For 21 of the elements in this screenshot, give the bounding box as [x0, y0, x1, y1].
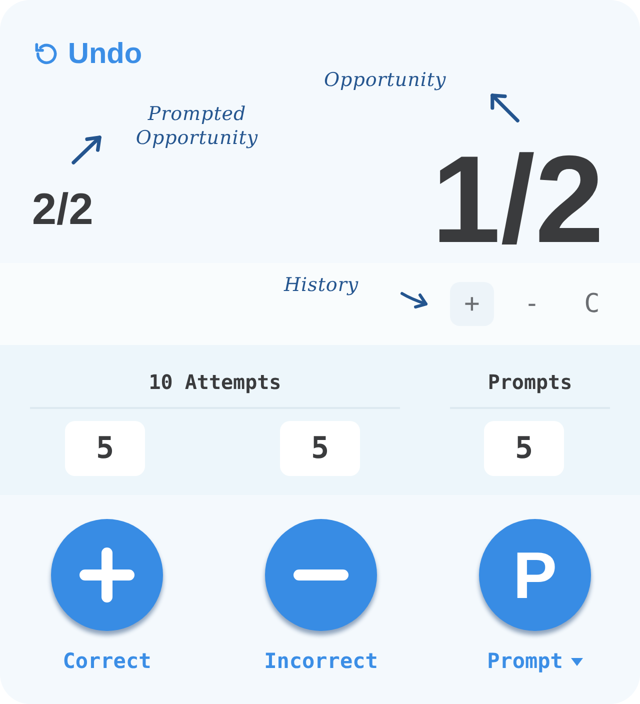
opportunity-value: 1/2 — [432, 138, 604, 262]
history-button[interactable]: + — [450, 282, 494, 326]
undo-button[interactable]: Undo — [32, 40, 142, 69]
count-value: 5 — [65, 421, 145, 476]
letter-p-button[interactable]: P — [479, 519, 591, 631]
annotation-text: History — [284, 273, 359, 297]
plus-icon — [79, 547, 135, 603]
count-value: 5 — [484, 421, 564, 476]
prompts-title: Prompts — [488, 369, 572, 395]
minus-icon — [293, 569, 349, 581]
history-button[interactable]: - — [510, 282, 554, 326]
attempts-title: 10 Attempts — [148, 369, 282, 395]
history-button[interactable]: C — [570, 282, 614, 326]
action-label: Incorrect — [264, 651, 378, 672]
caret-icon[interactable] — [570, 658, 583, 666]
annotation-text: Prompted Opportunity — [134, 102, 260, 150]
prompted-opportunity-value: 2/2 — [32, 188, 94, 232]
count-value: 5 — [280, 421, 360, 476]
annotation-text: Opportunity — [324, 68, 446, 92]
menu-label[interactable]: Prompt — [487, 651, 563, 672]
action-label: Correct — [62, 651, 152, 672]
